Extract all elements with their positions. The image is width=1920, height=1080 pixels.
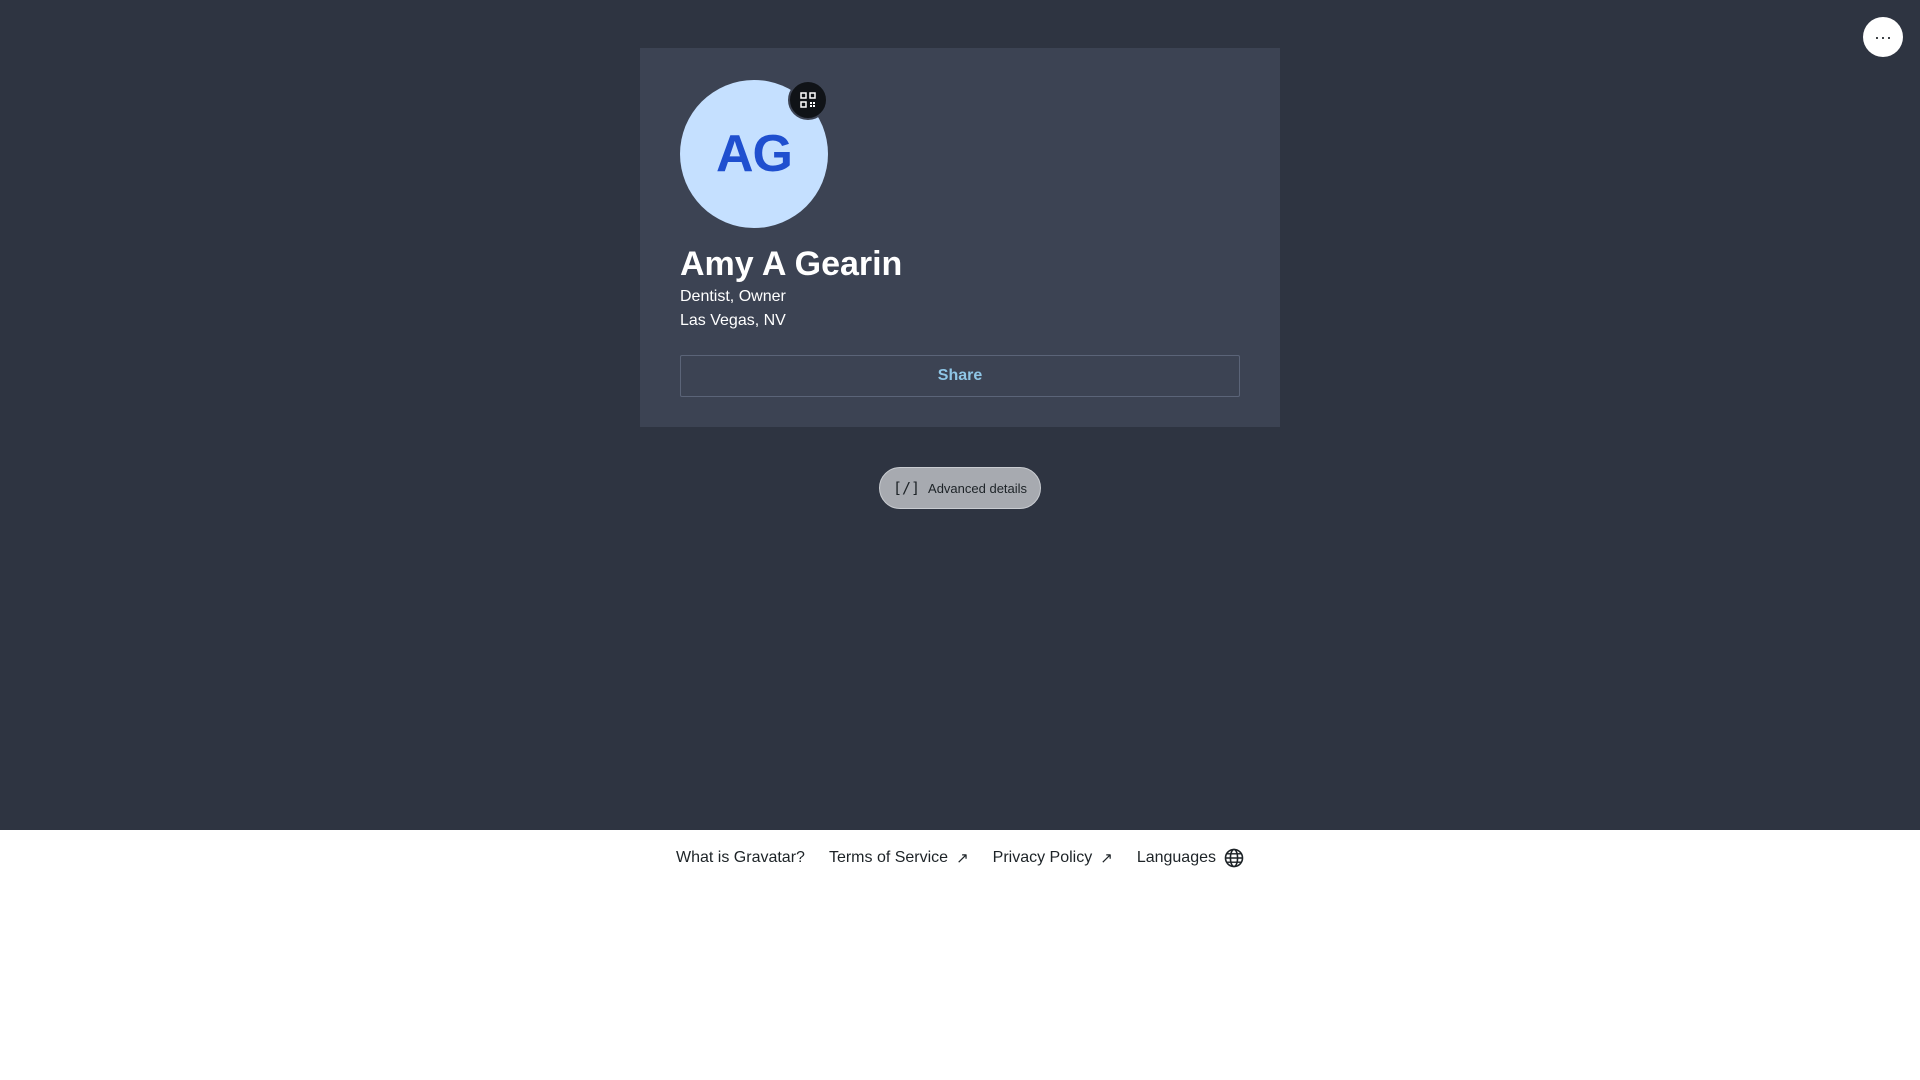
qr-code-icon — [800, 92, 816, 108]
footer-link-privacy[interactable]: Privacy Policy ↗ — [993, 849, 1113, 867]
profile-name: Amy A Gearin — [680, 245, 903, 283]
footer-link-label: Privacy Policy — [992, 849, 1093, 866]
code-icon: [/] — [892, 479, 921, 497]
footer-link-what-is-gravatar[interactable]: What is Gravatar? — [676, 849, 805, 867]
globe-icon — [1224, 848, 1244, 868]
share-button[interactable]: Share — [680, 354, 1240, 397]
avatar-initials: AG — [716, 125, 793, 183]
more-icon: ··· — [1874, 27, 1892, 47]
footer-link-label: Terms of Service — [828, 849, 949, 866]
external-link-icon: ↗ — [1100, 849, 1113, 867]
external-link-icon: ↗ — [956, 849, 969, 867]
more-options-button[interactable]: ··· — [1863, 17, 1903, 57]
profile-location: Las Vegas, NV — [680, 311, 786, 329]
profile-page: ··· AG Amy A Gearin Dentist, Owner Las V… — [0, 0, 1920, 830]
footer-link-languages[interactable]: Languages — [1137, 848, 1244, 868]
footer-link-label: What is Gravatar? — [676, 849, 805, 866]
footer: What is Gravatar? Terms of Service ↗ Pri… — [0, 830, 1920, 886]
advanced-details-button[interactable]: [/] Advanced details — [879, 467, 1041, 509]
profile-job-title: Dentist, Owner — [680, 287, 786, 305]
profile-card: AG Amy A Gearin Dentist, Owner Las Vegas… — [640, 48, 1280, 427]
footer-link-label: Languages — [1136, 849, 1216, 866]
qr-code-button[interactable] — [788, 80, 828, 120]
avatar-wrap: AG — [680, 80, 828, 228]
footer-link-terms[interactable]: Terms of Service ↗ — [829, 849, 969, 867]
advanced-details-label: Advanced details — [928, 480, 1028, 496]
